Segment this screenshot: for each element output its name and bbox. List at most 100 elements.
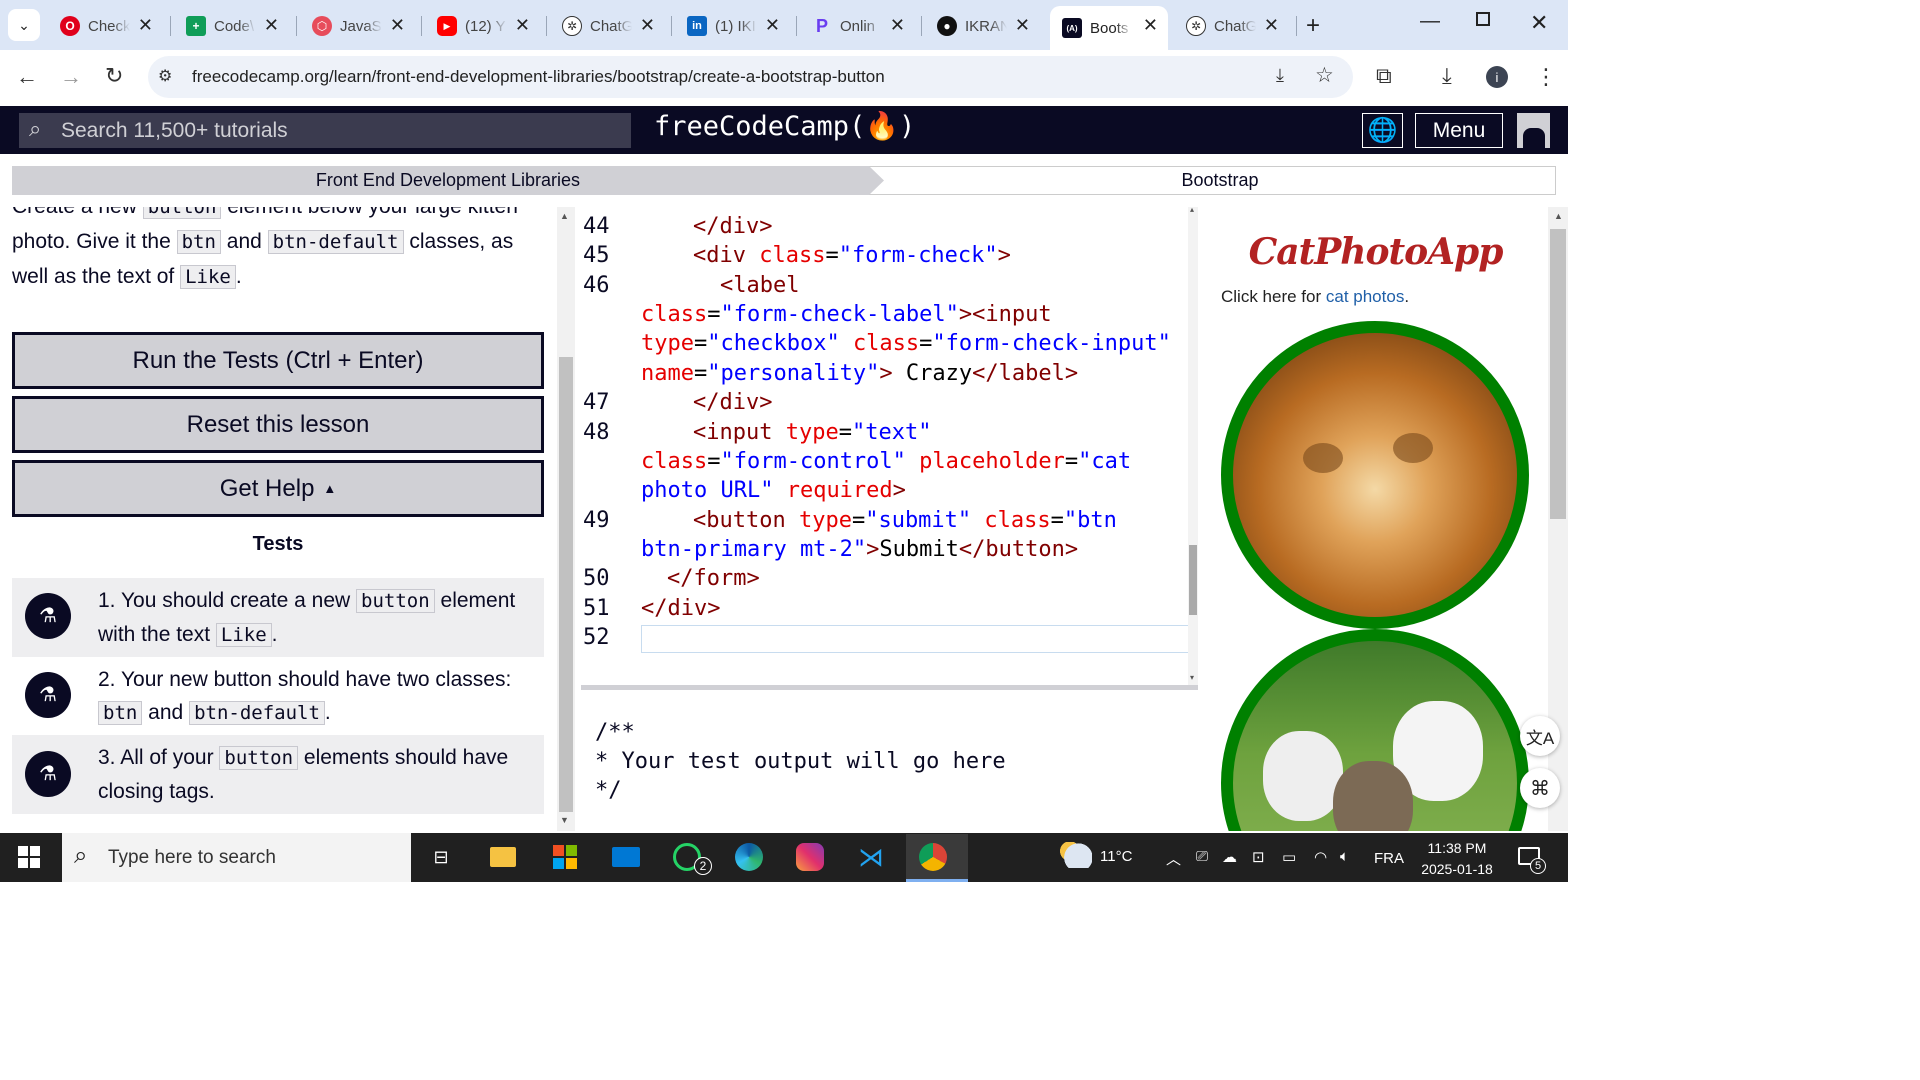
- menu-button[interactable]: Menu: [1415, 113, 1503, 148]
- new-tab-icon[interactable]: +: [1306, 12, 1320, 40]
- clock[interactable]: 11:38 PM 2025-01-18: [1412, 838, 1502, 880]
- close-window-icon[interactable]: ✕: [1530, 10, 1548, 36]
- taskbar-search-input[interactable]: ⌕ Type here to search: [62, 833, 411, 882]
- tray-icon[interactable]: ⎚: [1196, 848, 1208, 865]
- mail-icon[interactable]: [611, 842, 641, 872]
- address-bar[interactable]: ⚙ freecodecamp.org/learn/front-end-devel…: [148, 56, 1353, 98]
- fcc-search-input[interactable]: ⌕ Search 11,500+ tutorials: [19, 113, 631, 148]
- close-tab-icon[interactable]: ✕: [765, 15, 780, 36]
- restore-icon[interactable]: [1476, 12, 1490, 26]
- vscode-icon[interactable]: ⋊: [856, 842, 886, 872]
- tray-icon[interactable]: ⊡: [1252, 848, 1265, 866]
- browser-tab[interactable]: ⬡ JavaS ✕: [300, 8, 415, 44]
- line-number: 44: [583, 214, 610, 239]
- kitten-photo[interactable]: [1221, 321, 1529, 629]
- line-number: 48: [583, 420, 610, 445]
- translate-icon[interactable]: 文A: [1520, 716, 1560, 756]
- language-globe-button[interactable]: 🌐: [1362, 113, 1403, 148]
- close-tab-icon[interactable]: ✕: [640, 15, 655, 36]
- code-line: class="form-control" placeholder="cat: [641, 449, 1132, 474]
- edge-icon[interactable]: [734, 842, 764, 872]
- active-line-highlight: [641, 625, 1195, 653]
- sheets-icon: +: [186, 16, 206, 36]
- extension-side-icon[interactable]: ⌘: [1520, 768, 1560, 808]
- wifi-icon[interactable]: ◠: [1314, 848, 1327, 866]
- close-tab-icon[interactable]: ✕: [515, 15, 530, 36]
- code-line: class="form-check-label"><input: [641, 302, 1052, 327]
- language-indicator[interactable]: FRA: [1374, 850, 1404, 867]
- close-tab-icon[interactable]: ✕: [890, 15, 905, 36]
- task-view-icon[interactable]: ⊟: [426, 842, 456, 872]
- user-avatar[interactable]: [1517, 113, 1550, 148]
- code-line: btn-primary mt-2">Submit</button>: [641, 537, 1079, 562]
- bookmark-star-icon[interactable]: ☆: [1315, 63, 1334, 88]
- back-icon[interactable]: ←: [16, 66, 38, 88]
- flask-icon: ⚗: [25, 593, 71, 639]
- profile-avatar[interactable]: i: [1486, 66, 1508, 88]
- close-tab-icon[interactable]: ✕: [1015, 15, 1030, 36]
- forward-icon[interactable]: →: [60, 66, 82, 88]
- tray-chevron-icon[interactable]: ︿: [1166, 848, 1181, 869]
- browser-tab[interactable]: in (1) IKI ✕: [675, 8, 790, 44]
- chatgpt-icon: ✲: [562, 16, 582, 36]
- instruction-line: Create a new button element below your l…: [12, 207, 518, 224]
- browser-tab[interactable]: ▶ (12) Y ✕: [425, 8, 540, 44]
- close-tab-icon[interactable]: ✕: [1143, 15, 1158, 36]
- weather-icon[interactable]: [1058, 842, 1092, 868]
- file-explorer-icon[interactable]: [488, 842, 518, 872]
- tab-search-button[interactable]: ⌄: [8, 9, 40, 41]
- instagram-icon[interactable]: [795, 842, 825, 872]
- browser-tab[interactable]: P Onlin ✕: [800, 8, 915, 44]
- scrollbar-thumb[interactable]: [1189, 545, 1197, 615]
- instructions-scrollbar[interactable]: ▲ ▼: [557, 207, 575, 831]
- code-line: type="checkbox" class="form-check-input": [641, 331, 1171, 356]
- test-item: ⚗ 3. All of your button elements should …: [12, 735, 544, 814]
- browser-tab[interactable]: ● IKRAN ✕: [925, 8, 1040, 44]
- get-help-button[interactable]: Get Help ▲: [12, 460, 544, 517]
- extensions-icon[interactable]: ⧉: [1376, 65, 1392, 87]
- scrollbar-thumb[interactable]: [559, 357, 573, 812]
- search-icon: ⌕: [74, 842, 88, 869]
- code-line: photo URL" required>: [641, 478, 906, 503]
- freecodecamp-icon: (A): [1062, 18, 1082, 38]
- reset-lesson-button[interactable]: Reset this lesson: [12, 396, 544, 453]
- preview-paragraph: Click here for cat photos.: [1221, 287, 1410, 306]
- flask-icon: ⚗: [25, 672, 71, 718]
- minimize-icon[interactable]: —: [1420, 10, 1440, 33]
- microsoft-store-icon[interactable]: [550, 842, 580, 872]
- close-tab-icon[interactable]: ✕: [390, 15, 405, 36]
- url-text[interactable]: freecodecamp.org/learn/front-end-develop…: [192, 67, 885, 87]
- line-number: 51: [583, 596, 610, 621]
- github-icon: ●: [937, 16, 957, 36]
- scrollbar-thumb[interactable]: [1550, 229, 1566, 519]
- browser-tab[interactable]: ✲ ChatG ✕: [1174, 8, 1289, 44]
- browser-tab[interactable]: + Code\ ✕: [174, 8, 289, 44]
- windows-start-icon[interactable]: [18, 846, 40, 868]
- download-icon[interactable]: ⤓: [1442, 65, 1452, 87]
- reload-icon[interactable]: ↻: [105, 65, 123, 87]
- close-tab-icon[interactable]: ✕: [1264, 15, 1279, 36]
- fcc-logo[interactable]: freeCodeCamp(🔥): [654, 110, 915, 142]
- instruction-line: well as the text of Like.: [12, 265, 242, 289]
- close-tab-icon[interactable]: ✕: [138, 15, 153, 36]
- onedrive-icon[interactable]: ☁: [1222, 848, 1237, 866]
- install-app-icon[interactable]: ⤓: [1276, 65, 1284, 86]
- close-tab-icon[interactable]: ✕: [264, 15, 279, 36]
- browser-tab[interactable]: ✲ ChatG ✕: [550, 8, 665, 44]
- browser-tab[interactable]: O Check ✕: [48, 8, 163, 44]
- chrome-icon[interactable]: [918, 842, 948, 872]
- browser-tab-active[interactable]: (A) Boots ✕: [1050, 6, 1168, 50]
- run-tests-button[interactable]: Run the Tests (Ctrl + Enter): [12, 332, 544, 389]
- code-editor[interactable]: 44 45 46 47 48 49 50 51 52 </div> <div c…: [581, 207, 1198, 685]
- weather-temp[interactable]: 11°C: [1100, 848, 1132, 865]
- breadcrumb-superblock[interactable]: Front End Development Libraries: [12, 166, 884, 195]
- browser-menu-icon[interactable]: ⋮: [1535, 66, 1557, 88]
- volume-icon[interactable]: 🔈︎: [1340, 848, 1349, 865]
- site-info-icon[interactable]: ⚙: [158, 66, 172, 86]
- breadcrumb-block[interactable]: Bootstrap: [884, 166, 1556, 195]
- cat-photo[interactable]: [1221, 629, 1529, 831]
- caret-up-icon: ▲: [323, 481, 337, 496]
- cat-photos-link[interactable]: cat photos: [1326, 287, 1404, 306]
- battery-icon[interactable]: ▭: [1282, 848, 1296, 866]
- editor-scrollbar[interactable]: ▴ ▾: [1188, 205, 1198, 685]
